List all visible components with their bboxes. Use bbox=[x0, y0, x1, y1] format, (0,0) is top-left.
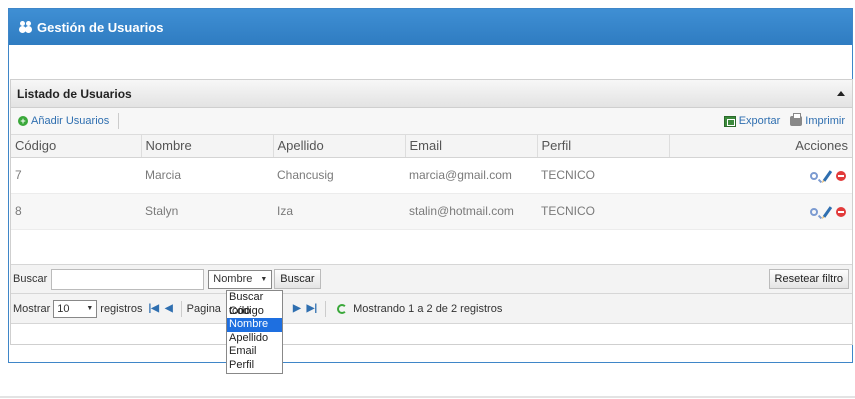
dropdown-option-email[interactable]: Email bbox=[227, 345, 282, 359]
last-page-icon[interactable]: ▶| bbox=[307, 303, 318, 314]
edit-icon[interactable] bbox=[822, 206, 832, 218]
grid-toolbar: + Añadir Usuarios Exportar Imprimir bbox=[11, 108, 852, 135]
view-icon[interactable] bbox=[810, 171, 819, 180]
page-size-select[interactable]: 10 ▼ bbox=[53, 299, 98, 318]
search-input[interactable] bbox=[51, 268, 205, 290]
printer-icon bbox=[790, 113, 803, 126]
column-header-codigo[interactable]: Código bbox=[11, 135, 142, 158]
search-field-dropdown: Buscar todo Código Nombre Apellido Email… bbox=[226, 290, 283, 374]
chevron-down-icon: ▼ bbox=[260, 275, 268, 283]
search-field-select[interactable]: Nombre ▼ bbox=[208, 269, 273, 289]
column-header-acciones: Acciones bbox=[669, 135, 852, 158]
collapse-icon[interactable] bbox=[836, 89, 846, 99]
cell-codigo: 7 bbox=[11, 157, 141, 194]
pager-divider bbox=[180, 300, 182, 317]
export-button[interactable]: Exportar bbox=[721, 113, 784, 129]
export-label: Exportar bbox=[738, 115, 781, 127]
column-header-perfil[interactable]: Perfil bbox=[537, 135, 670, 158]
excel-icon bbox=[723, 115, 736, 127]
records-label: registros bbox=[100, 302, 143, 315]
table-row[interactable]: 7 Marcia Chancusig marcia@gmail.com TECN… bbox=[11, 157, 852, 194]
users-icon bbox=[19, 21, 33, 33]
cell-nombre: Marcia bbox=[141, 157, 273, 194]
cell-perfil: TECNICO bbox=[537, 157, 669, 194]
dropdown-option-apellido[interactable]: Apellido bbox=[227, 332, 282, 346]
chevron-down-icon: ▼ bbox=[86, 305, 94, 312]
cell-apellido: Iza bbox=[273, 193, 405, 230]
search-button[interactable]: Buscar bbox=[274, 269, 321, 289]
cell-actions bbox=[669, 157, 852, 194]
delete-icon[interactable] bbox=[836, 170, 846, 181]
reset-filter-button[interactable]: Resetear filtro bbox=[768, 269, 849, 289]
dropdown-option-nombre[interactable]: Nombre bbox=[227, 318, 282, 332]
search-label: Buscar bbox=[13, 273, 48, 285]
show-label: Mostrar bbox=[13, 302, 51, 315]
delete-icon[interactable] bbox=[836, 206, 846, 217]
panel-header: Gestión de Usuarios bbox=[9, 9, 852, 45]
refresh-icon[interactable] bbox=[337, 303, 348, 314]
grid-caption: Listado de Usuarios bbox=[11, 80, 852, 108]
table-header-row: Código Nombre Apellido Email Perfil Acci… bbox=[11, 135, 852, 158]
column-header-nombre[interactable]: Nombre bbox=[141, 135, 274, 158]
add-users-label: Añadir Usuarios bbox=[31, 115, 110, 127]
add-users-button[interactable]: + Añadir Usuarios bbox=[15, 113, 112, 129]
cell-actions bbox=[669, 193, 852, 230]
users-grid: Listado de Usuarios + Añadir Usuarios Ex… bbox=[10, 79, 853, 345]
next-page-icon[interactable]: ▶ bbox=[293, 303, 301, 314]
search-field-value: Nombre bbox=[213, 273, 253, 285]
column-header-apellido[interactable]: Apellido bbox=[273, 135, 406, 158]
print-button[interactable]: Imprimir bbox=[787, 113, 848, 129]
print-label: Imprimir bbox=[805, 115, 845, 127]
records-summary: Mostrando 1 a 2 de 2 registros bbox=[353, 302, 503, 315]
prev-page-icon[interactable]: ◀ bbox=[165, 303, 173, 314]
cell-email: stalin@hotmail.com bbox=[405, 193, 537, 230]
grid-title: Listado de Usuarios bbox=[17, 86, 132, 101]
cell-apellido: Chancusig bbox=[273, 157, 405, 194]
cell-codigo: 8 bbox=[11, 193, 141, 230]
pager: Mostrar 10 ▼ registros |◀ ◀ Pagina 1 ▶ ▶… bbox=[11, 294, 852, 324]
page-label: Pagina bbox=[186, 302, 221, 315]
users-table: Código Nombre Apellido Email Perfil Acci… bbox=[11, 135, 852, 230]
cell-email: marcia@gmail.com bbox=[405, 157, 537, 194]
bottom-divider bbox=[0, 396, 855, 398]
add-icon: + bbox=[18, 116, 28, 126]
cell-perfil: TECNICO bbox=[537, 193, 669, 230]
table-row[interactable]: 8 Stalyn Iza stalin@hotmail.com TECNICO bbox=[11, 193, 852, 230]
search-bar: Buscar Nombre ▼ Buscar Resetear filtro bbox=[11, 264, 852, 294]
edit-icon[interactable] bbox=[822, 170, 832, 182]
first-page-icon[interactable]: |◀ bbox=[148, 303, 159, 314]
panel-title: Gestión de Usuarios bbox=[37, 19, 164, 35]
dropdown-option-codigo[interactable]: Código bbox=[227, 305, 282, 319]
dropdown-option-perfil[interactable]: Perfil bbox=[227, 359, 282, 373]
page-size-value: 10 bbox=[57, 302, 70, 315]
pager-divider bbox=[325, 300, 327, 317]
column-header-email[interactable]: Email bbox=[405, 135, 538, 158]
cell-nombre: Stalyn bbox=[141, 193, 273, 230]
view-icon[interactable] bbox=[810, 207, 819, 216]
dropdown-option-buscar-todo[interactable]: Buscar todo bbox=[227, 291, 282, 317]
